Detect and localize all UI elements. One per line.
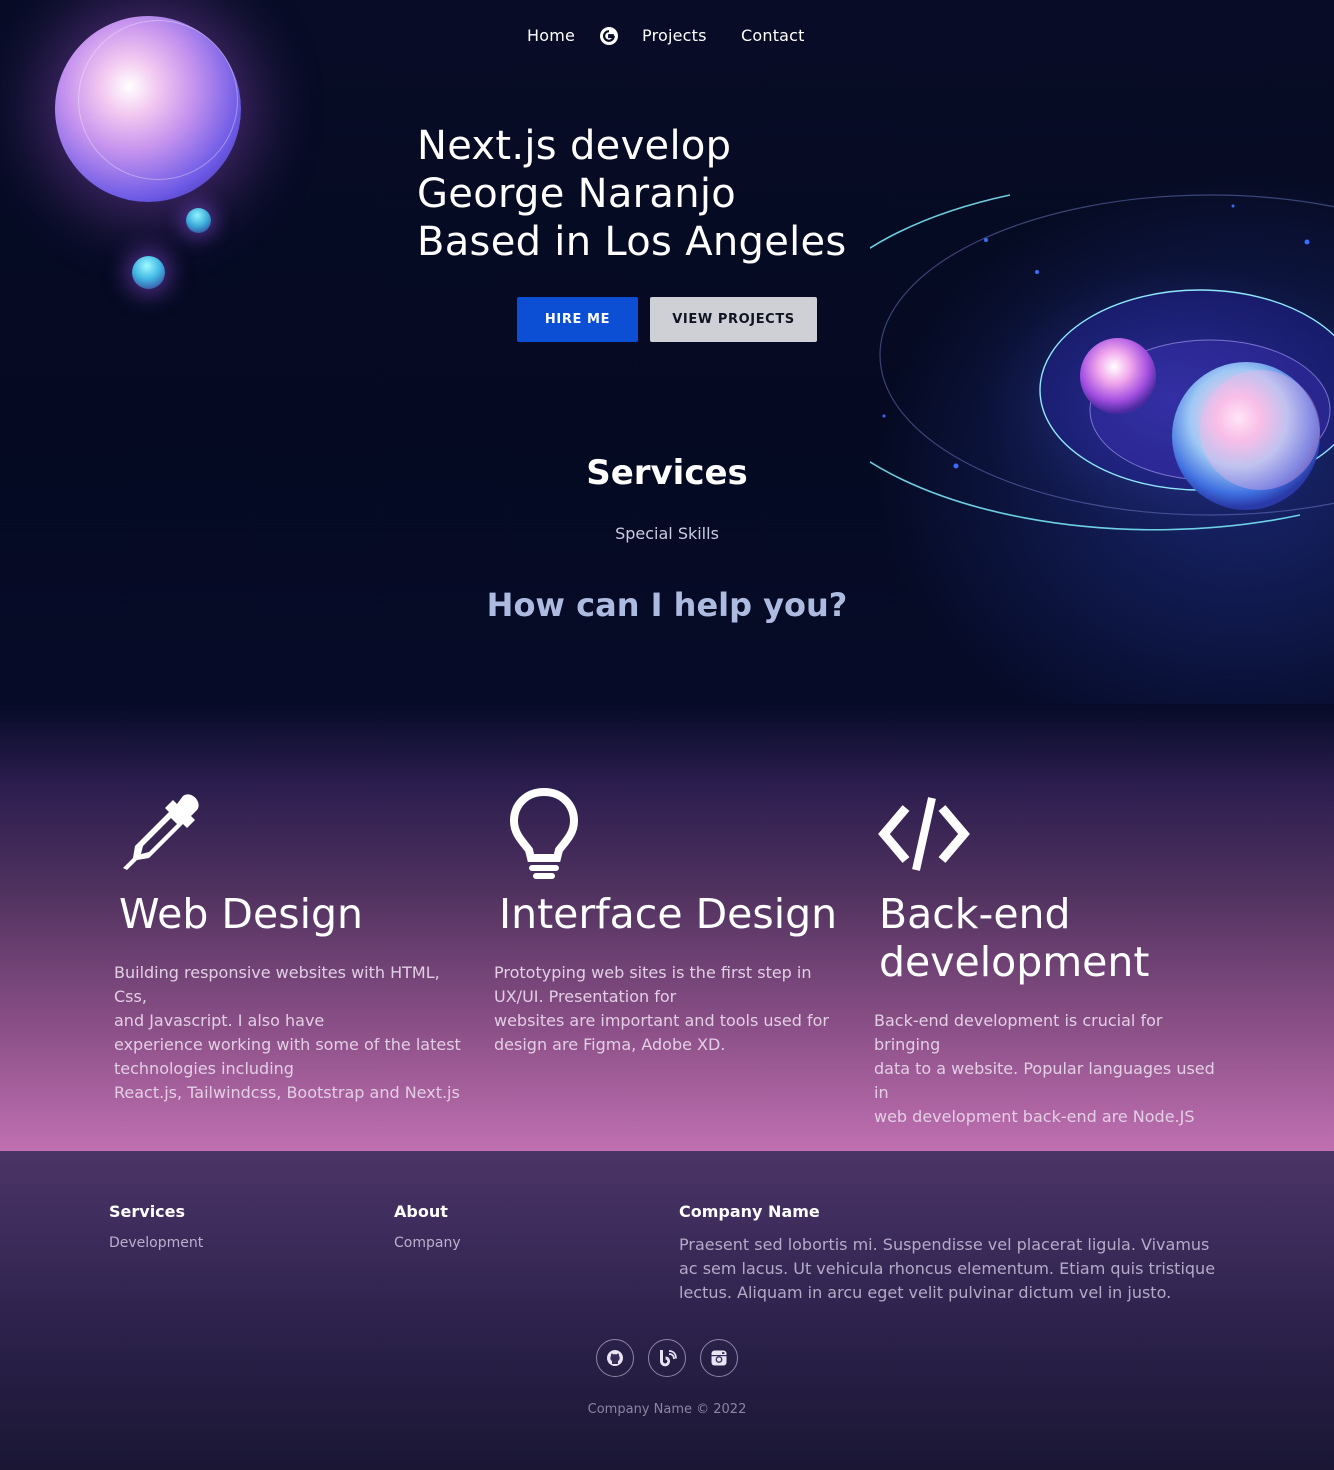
nav-link-contact[interactable]: Contact [741,24,805,48]
description-line: web development back-end are Node.JS [874,1107,1195,1126]
help-heading: How can I help you? [486,586,848,624]
view-projects-button[interactable]: VIEW PROJECTS [650,297,817,342]
small-sphere-decoration [186,208,211,233]
services-title: Services [586,453,748,493]
card-description: Back-end development is crucial for brin… [874,1009,1224,1129]
lightbulb-icon [509,787,579,884]
card-title-line: development [879,938,1150,986]
headline-line: George Naranjo [417,171,737,217]
copyright-text: Company Name © 2022 [587,1402,747,1417]
card-description: Building responsive websites with HTML, … [114,961,464,1105]
card-title: Web Design [119,890,363,938]
nav-link-projects[interactable]: Projects [642,24,707,48]
headline-line: Next.js develop [417,123,732,169]
description-line: data to a website. Popular languages use… [874,1059,1215,1102]
card-title-line: Back-end [879,890,1071,938]
footer-company-heading: Company Name [679,1202,820,1221]
footer-services-heading: Services [109,1202,186,1221]
description-line: experience working with some of the late… [114,1035,461,1054]
description-line: Building responsive websites with HTML, … [114,963,440,1006]
card-description: Prototyping web sites is the first step … [494,961,834,1057]
card-title: Back-end development [879,890,1149,986]
instagram-icon[interactable] [700,1339,738,1377]
card-title: Interface Design [499,890,838,938]
footer-link-company[interactable]: Company [394,1233,461,1253]
footer-link-development[interactable]: Development [109,1233,203,1253]
description-line: and Javascript. I also have [114,1011,325,1030]
code-icon [878,796,970,876]
description-line: websites are important and tools used fo… [494,1011,829,1030]
services-cards-section: Web Design Building responsive websites … [0,704,1334,1151]
small-sphere-decoration [132,256,165,289]
hero-headline: Next.js develop George Naranjo Based in … [417,122,847,266]
headline-line: Based in Los Angeles [417,219,847,265]
hire-me-button[interactable]: HIRE ME [517,297,638,342]
description-line: Back-end development is crucial for brin… [874,1011,1163,1054]
blog-icon[interactable] [648,1339,686,1377]
description-line: technologies including [114,1059,294,1078]
github-icon[interactable] [596,1339,634,1377]
services-subtitle: Special Skills [615,524,719,543]
hero-section: Home Projects Contact Next.js develop Ge… [0,0,1334,704]
description-line: React.js, Tailwindcss, Bootstrap and Nex… [114,1083,460,1102]
site-footer: Services Development About Company Compa… [0,1151,1334,1470]
google-g-icon[interactable] [599,26,619,46]
footer-about-heading: About [394,1202,448,1221]
nav-link-home[interactable]: Home [527,24,575,48]
footer-company-description: Praesent sed lobortis mi. Suspendisse ve… [679,1235,1216,1302]
planet-system-illustration [870,194,1334,540]
description-line: Prototyping web sites is the first step … [494,963,812,982]
description-line: design are Figma, Adobe XD. [494,1035,726,1054]
eyedropper-icon [121,792,205,878]
description-line: UX/UI. Presentation for [494,987,677,1006]
top-navigation: Home Projects Contact [0,24,1334,50]
